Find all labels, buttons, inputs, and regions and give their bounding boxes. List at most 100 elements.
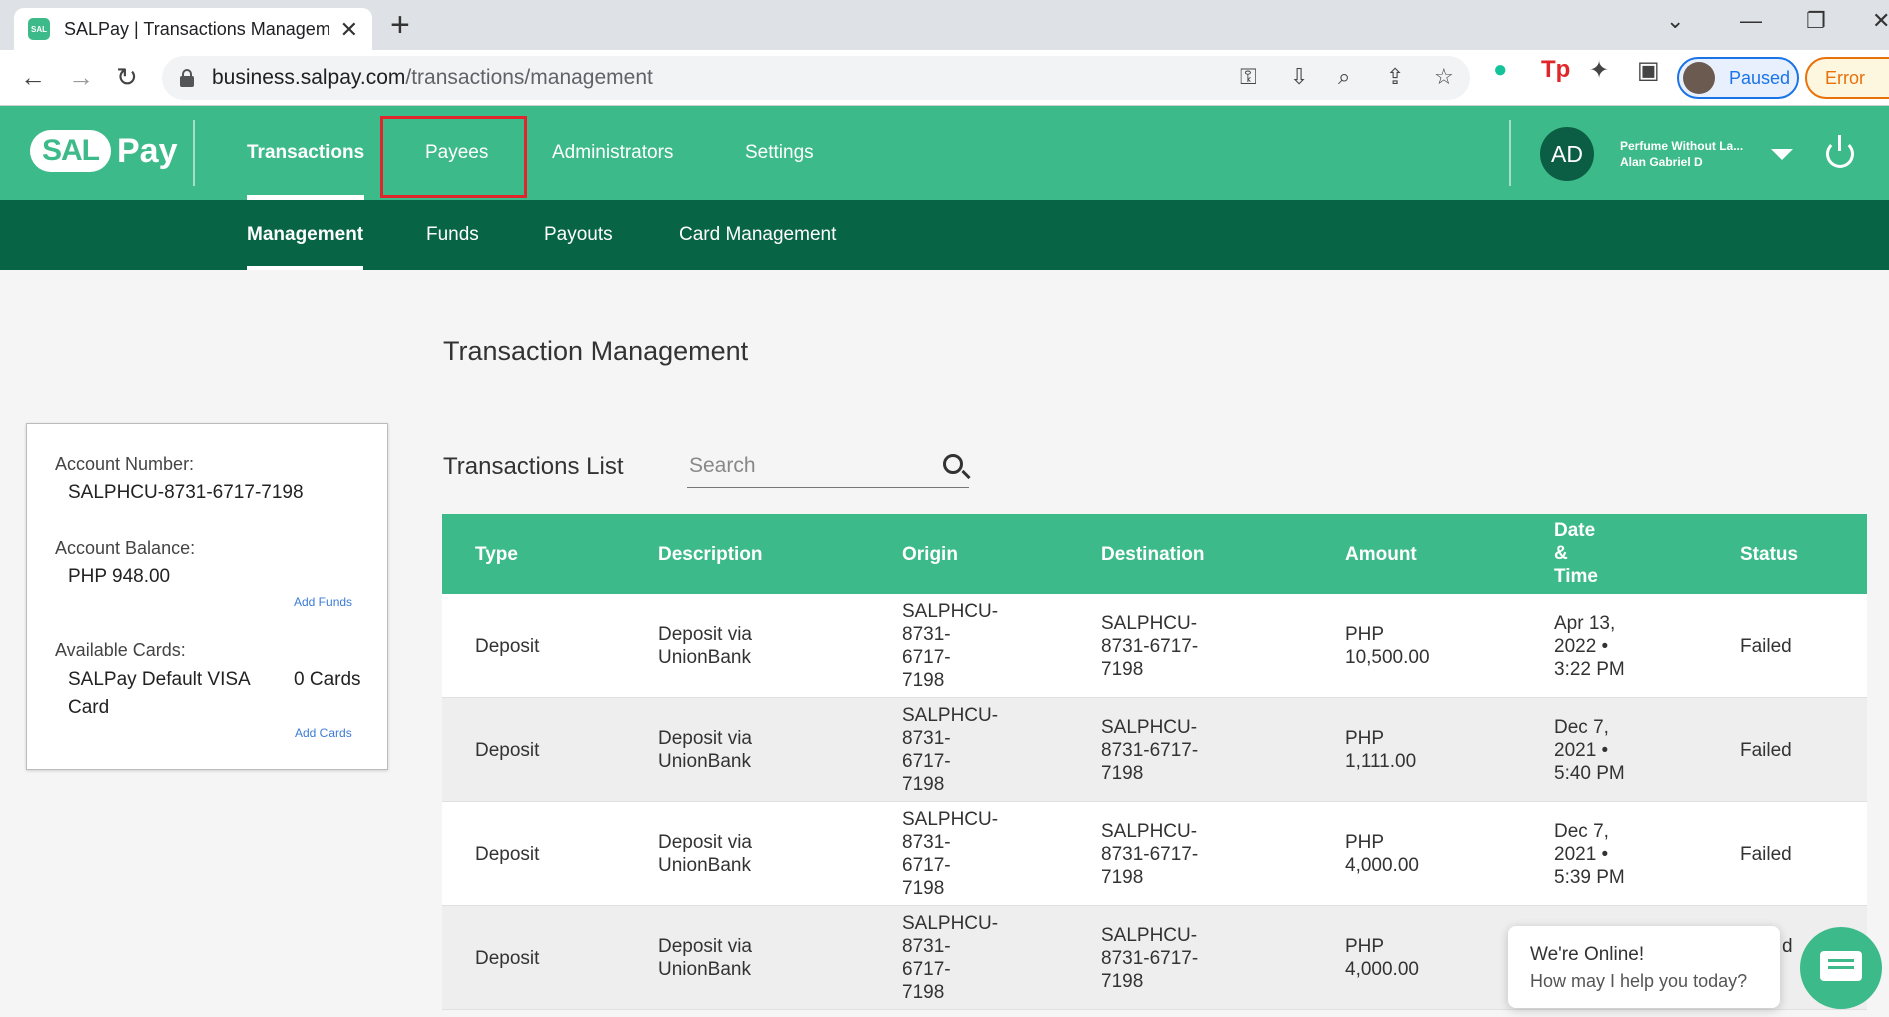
cell-origin: SALPHCU- 8731- 6717- 7198: [902, 705, 999, 795]
power-logout-icon[interactable]: [1826, 135, 1854, 168]
card-name-line1: SALPay Default VISA: [68, 669, 251, 690]
back-arrow-icon[interactable]: ←: [20, 62, 46, 92]
close-window-icon[interactable]: ✕: [1872, 8, 1889, 34]
cell-origin: SALPHCU- 8731- 6717- 7198: [902, 809, 999, 899]
account-number-value: SALPHCU-8731-6717-7198: [68, 482, 304, 503]
card-count: 0 Cards: [294, 669, 361, 690]
account-summary-card: Account Number: SALPHCU-8731-6717-7198 A…: [26, 423, 388, 770]
cell-desc: Deposit via UnionBank: [658, 728, 752, 772]
url-text: business.salpay.com/transactions/managem…: [212, 66, 653, 89]
nav-transactions[interactable]: Transactions: [247, 106, 365, 200]
key-icon[interactable]: ⚿: [1240, 64, 1257, 90]
cell-amount: PHP 1,111.00: [1345, 728, 1417, 772]
browser-tab[interactable]: SAL SALPay | Transactions Management ✕: [14, 8, 372, 50]
cell-destination: SALPHCU- 8731-6717- 7198: [1101, 821, 1199, 888]
cell-type: Deposit: [475, 740, 540, 761]
search-box: [687, 448, 969, 488]
share-icon[interactable]: ⇪: [1386, 64, 1404, 90]
browser-toolbar: ← → ↻ business.salpay.com/transactions/m…: [0, 50, 1889, 106]
col-origin[interactable]: Origin: [902, 544, 958, 566]
profile-avatar: [1683, 62, 1715, 94]
add-cards-link[interactable]: Add Cards: [295, 726, 352, 740]
cell-amount: PHP 4,000.00: [1345, 832, 1419, 876]
side-panel-icon[interactable]: ▣: [1637, 56, 1660, 85]
profile-paused-button[interactable]: Paused: [1677, 57, 1799, 99]
subnav-management[interactable]: Management: [247, 200, 364, 270]
table-row[interactable]: Deposit Deposit via UnionBank SALPHCU- 873…: [442, 802, 1867, 906]
header-divider: [193, 120, 195, 186]
table-row[interactable]: Deposit Deposit via UnionBank SALPHCU- 873…: [442, 698, 1867, 802]
user-avatar[interactable]: AD: [1540, 127, 1594, 181]
minimize-icon[interactable]: —: [1740, 8, 1762, 34]
available-cards-label: Available Cards:: [55, 640, 186, 660]
transactions-list-title: Transactions List: [443, 453, 624, 480]
cell-status: Failed: [1740, 844, 1792, 865]
cell-amount: PHP 4,000.00: [1345, 936, 1419, 980]
cell-status: Failed: [1740, 636, 1792, 657]
cell-desc: Deposit via UnionBank: [658, 624, 752, 668]
col-status[interactable]: Status: [1740, 544, 1798, 566]
cell-status: Failed: [1740, 740, 1792, 761]
cell-desc: Deposit via UnionBank: [658, 936, 752, 980]
cell-datetime: Apr 13, 2022 • 3:22 PM: [1554, 613, 1625, 680]
subnav-payouts[interactable]: Payouts: [544, 200, 613, 270]
col-description[interactable]: Description: [658, 544, 763, 566]
bookmark-star-icon[interactable]: ☆: [1434, 64, 1454, 90]
maximize-icon[interactable]: ❐: [1806, 8, 1826, 34]
account-number-label: Account Number:: [55, 454, 195, 474]
tp-extension-icon[interactable]: Tp: [1541, 56, 1570, 84]
add-funds-link[interactable]: Add Funds: [294, 595, 352, 609]
close-tab-icon[interactable]: ✕: [340, 17, 358, 43]
table-row[interactable]: Deposit Deposit via UnionBank SALPHCU- 873…: [442, 594, 1867, 698]
zoom-icon[interactable]: ⌕: [1338, 64, 1350, 90]
chat-line2: How may I help you today?: [1530, 971, 1748, 991]
salpay-logo[interactable]: SAL Pay: [30, 130, 178, 172]
chat-launcher-button[interactable]: [1800, 927, 1882, 1009]
reload-icon[interactable]: ↻: [116, 62, 138, 92]
search-input[interactable]: [687, 448, 917, 484]
cell-type: Deposit: [475, 844, 540, 865]
subnav-funds[interactable]: Funds: [426, 200, 479, 270]
forward-arrow-icon[interactable]: →: [68, 62, 94, 92]
cell-destination: SALPHCU- 8731-6717- 7198: [1101, 717, 1199, 784]
cell-type: Deposit: [475, 948, 540, 969]
account-balance-value: PHP 948.00: [68, 566, 171, 587]
tab-title: SALPay | Transactions Management: [64, 18, 329, 39]
payees-highlight-box: [380, 116, 527, 198]
chat-icon: [1820, 951, 1862, 981]
nav-settings[interactable]: Settings: [745, 106, 814, 200]
col-type[interactable]: Type: [475, 544, 518, 566]
tab-search-chevron-icon[interactable]: ⌄: [1666, 8, 1684, 34]
col-destination[interactable]: Destination: [1101, 544, 1204, 566]
cell-desc: Deposit via UnionBank: [658, 832, 752, 876]
error-button[interactable]: Error: [1805, 57, 1889, 99]
col-date-line3: Time: [1554, 566, 1599, 587]
salpay-favicon-icon: SAL: [28, 18, 50, 40]
user-company: Perfume Without La...: [1620, 139, 1744, 153]
search-icon[interactable]: [943, 454, 963, 474]
address-bar[interactable]: business.salpay.com/transactions/managem…: [162, 56, 1470, 100]
chat-line1: We're Online!: [1530, 944, 1645, 965]
user-name: Alan Gabriel D: [1620, 155, 1703, 169]
cell-origin: SALPHCU- 8731- 6717- 7198: [902, 913, 999, 1003]
cell-origin: SALPHCU- 8731- 6717- 7198: [902, 601, 999, 691]
user-menu-caret-icon[interactable]: [1771, 149, 1793, 160]
extensions-puzzle-icon[interactable]: ✦: [1589, 56, 1609, 85]
subnav-card-management[interactable]: Card Management: [679, 200, 836, 270]
cell-amount: PHP 10,500.00: [1345, 624, 1430, 668]
install-app-icon[interactable]: ⇩: [1290, 64, 1308, 90]
new-tab-plus-icon[interactable]: +: [390, 6, 410, 44]
cell-destination: SALPHCU- 8731-6717- 7198: [1101, 925, 1199, 992]
lock-icon[interactable]: [180, 69, 194, 87]
cell-status: d: [1782, 936, 1793, 957]
nav-administrators[interactable]: Administrators: [552, 106, 673, 200]
table-header: Type Description Origin Destination Amou…: [442, 514, 1867, 594]
grammarly-extension-icon[interactable]: ●: [1493, 56, 1508, 84]
col-amount[interactable]: Amount: [1345, 544, 1417, 566]
col-date-line1[interactable]: Date: [1554, 520, 1595, 542]
cell-destination: SALPHCU- 8731-6717- 7198: [1101, 613, 1199, 680]
col-date-line2: &: [1554, 543, 1568, 564]
chat-greeting-bubble[interactable]: We're Online! How may I help you today?: [1508, 926, 1780, 1008]
app-header: SAL Pay Transactions Payees Administrato…: [0, 106, 1889, 200]
sub-navigation: Management Funds Payouts Card Management: [0, 200, 1889, 270]
